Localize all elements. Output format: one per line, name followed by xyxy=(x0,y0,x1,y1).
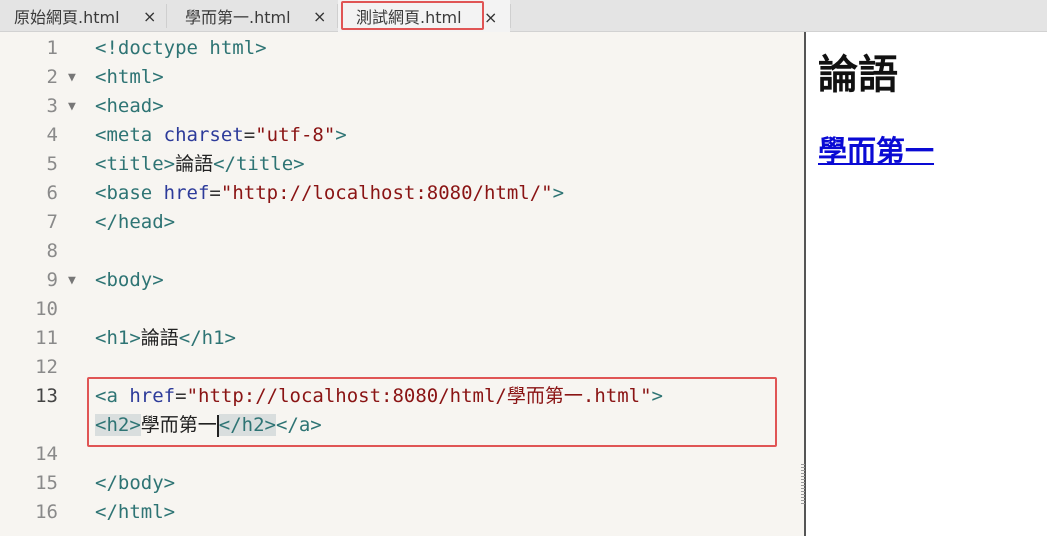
fold-arrow-icon[interactable]: ▼ xyxy=(68,92,76,121)
line-number: 9 xyxy=(46,269,58,291)
code-token: "utf-8" xyxy=(255,124,336,146)
fold-arrow-icon[interactable]: ▼ xyxy=(68,63,76,92)
code-text: </head> xyxy=(95,208,175,237)
code-token: <!doctype html> xyxy=(95,37,267,59)
code-line[interactable]: 8 xyxy=(0,237,804,266)
tab-label: 學而第一.html xyxy=(185,8,291,27)
line-number: 6 xyxy=(46,182,58,204)
code-token: charset xyxy=(163,124,244,146)
line-number: 4 xyxy=(46,124,58,146)
code-line[interactable]: 15 </body> xyxy=(0,469,804,498)
line-number: 13 xyxy=(35,385,58,407)
line-number: 14 xyxy=(35,443,58,465)
code-text: </body> xyxy=(95,469,175,498)
close-icon[interactable]: × xyxy=(313,7,326,26)
code-token: > xyxy=(335,124,347,146)
code-text: </html> xyxy=(95,498,175,527)
code-token: <h1> xyxy=(95,327,141,349)
code-line[interactable]: 10 xyxy=(0,295,804,324)
code-token: <meta xyxy=(95,124,153,146)
code-text: <body> xyxy=(95,266,164,295)
code-line[interactable]: 6 <base href="http://localhost:8080/html… xyxy=(0,179,804,208)
code-token: </body> xyxy=(95,472,176,494)
line-number: 5 xyxy=(46,153,58,175)
tab-original[interactable]: 原始網頁.html × xyxy=(0,0,166,32)
code-token: </h1> xyxy=(178,327,236,349)
line-number: 1 xyxy=(46,37,58,59)
code-token: </title> xyxy=(213,153,305,175)
code-line[interactable]: 3 ▼ <head> xyxy=(0,92,804,121)
code-line[interactable]: 7 </head> xyxy=(0,208,804,237)
code-line[interactable]: 16 </html> xyxy=(0,498,804,527)
code-token: href xyxy=(163,182,210,204)
code-text: <head> xyxy=(95,92,164,121)
line-number: 16 xyxy=(35,501,58,523)
code-line[interactable]: 4 <meta charset="utf-8"> xyxy=(0,121,804,150)
fold-arrow-icon[interactable]: ▼ xyxy=(68,266,76,295)
code-line[interactable]: 5 <title>論語</title> xyxy=(0,150,804,179)
code-text: <h1>論語</h1> xyxy=(95,324,236,353)
code-editor[interactable]: 1 <!doctype html> 2 ▼ <html> 3 ▼ <head> … xyxy=(0,32,804,536)
code-line[interactable]: 2 ▼ <html> xyxy=(0,63,804,92)
line-number: 8 xyxy=(46,240,58,262)
close-icon[interactable]: × xyxy=(143,7,156,26)
preview-heading: 論語 xyxy=(818,52,898,98)
code-token: 論語 xyxy=(175,153,214,175)
code-line[interactable]: 11 <h1>論語</h1> xyxy=(0,324,804,353)
code-line[interactable]: 9 ▼ <body> xyxy=(0,266,804,295)
line-number: 15 xyxy=(35,472,58,494)
tab-bar: 原始網頁.html × 學而第一.html × 測試網頁.html × xyxy=(0,0,1047,32)
code-token: 論語 xyxy=(140,327,179,349)
code-token: "http://localhost:8080/html/" xyxy=(220,182,553,204)
line-number: 7 xyxy=(46,211,58,233)
code-token: <body> xyxy=(95,269,164,291)
code-text: <html> xyxy=(95,63,164,92)
code-token: > xyxy=(552,182,565,204)
code-token: = xyxy=(243,124,256,146)
tab-divider xyxy=(510,4,511,28)
line-number: 2 xyxy=(46,66,58,88)
line-number: 3 xyxy=(46,95,58,117)
code-highlight-box xyxy=(87,377,777,447)
code-token: <base xyxy=(95,182,153,204)
code-token: <title> xyxy=(95,153,176,175)
code-text: <meta charset="utf-8"> xyxy=(95,121,347,150)
code-token: <head> xyxy=(95,95,164,117)
code-token: = xyxy=(209,182,221,204)
code-text: <title>論語</title> xyxy=(95,150,305,179)
live-preview-pane: 論語 學而第一 xyxy=(806,32,1047,536)
tab-label: 原始網頁.html xyxy=(14,8,120,27)
preview-link[interactable]: 學而第一 xyxy=(818,128,934,170)
code-text: <!doctype html> xyxy=(95,34,267,63)
line-number: 11 xyxy=(35,327,58,349)
code-text: <base href="http://localhost:8080/html/"… xyxy=(95,179,564,208)
tab-highlight-box xyxy=(341,1,484,30)
code-line[interactable]: 1 <!doctype html> xyxy=(0,34,804,63)
close-icon[interactable]: × xyxy=(484,8,497,27)
code-token: </html> xyxy=(95,501,176,523)
tab-xueer[interactable]: 學而第一.html × xyxy=(167,0,337,32)
code-token: <html> xyxy=(95,66,164,88)
code-token: </head> xyxy=(95,211,176,233)
line-number: 10 xyxy=(35,298,58,320)
resize-grip-icon[interactable] xyxy=(801,464,805,504)
line-number: 12 xyxy=(35,356,58,378)
